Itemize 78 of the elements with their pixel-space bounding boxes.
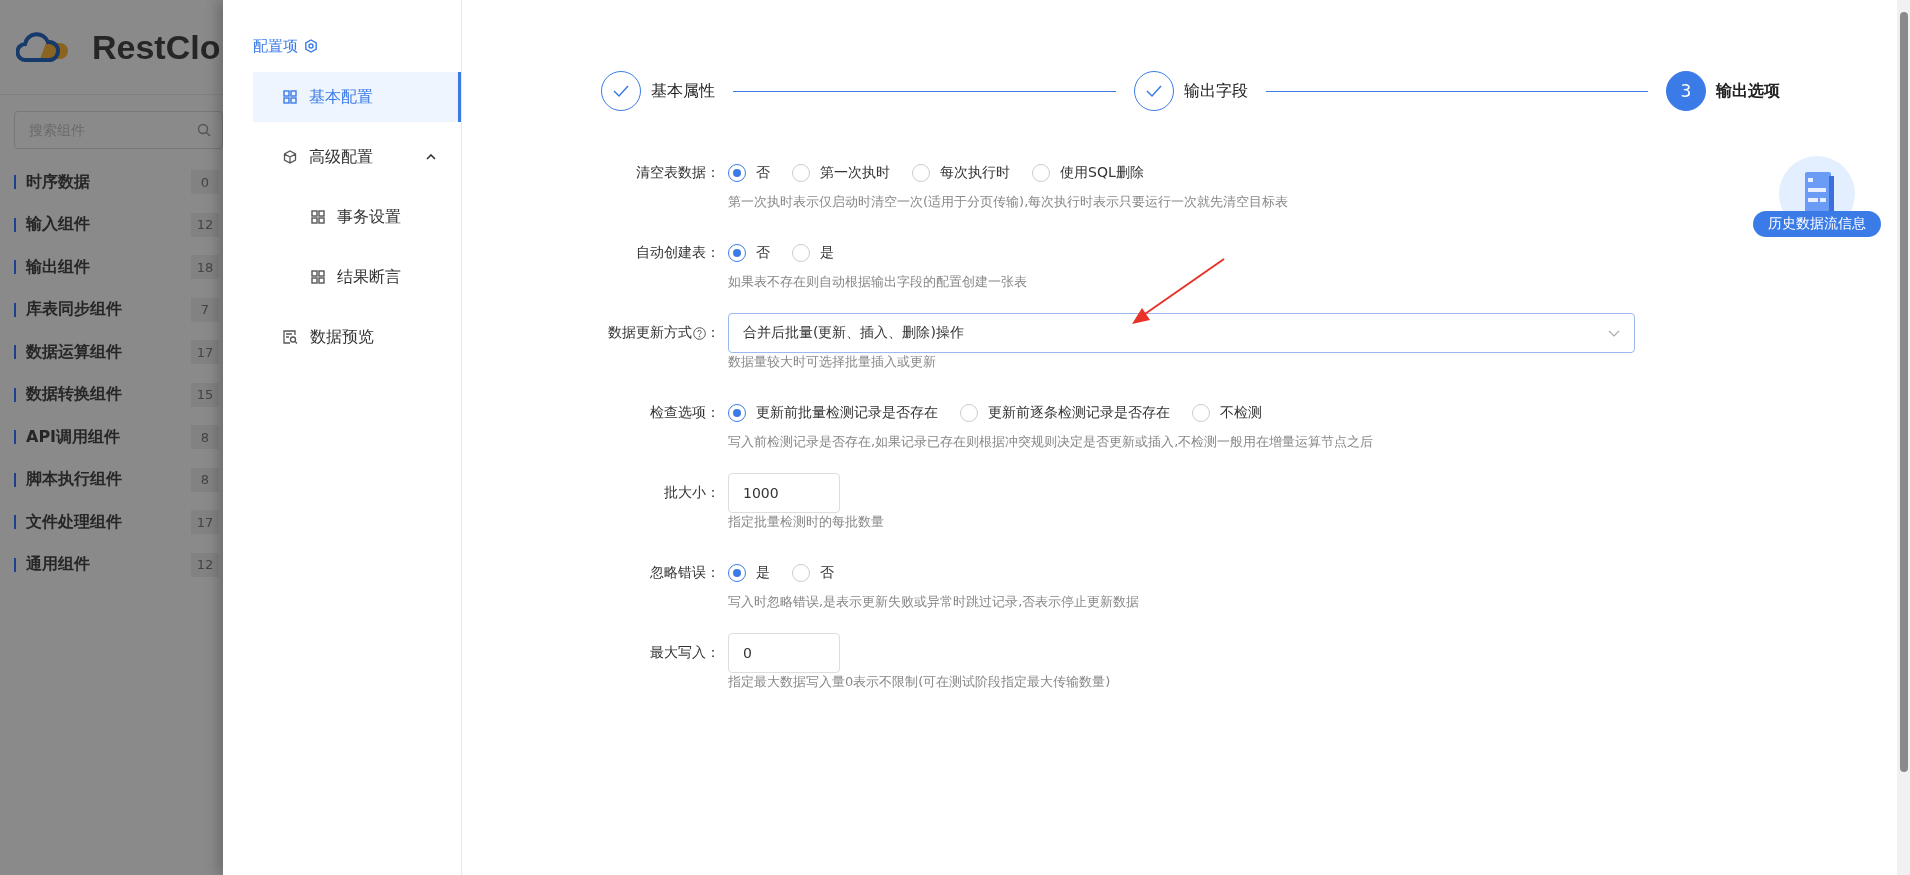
radio-label[interactable]: 每次执行时 xyxy=(940,164,1010,182)
category-label[interactable]: API调用组件 xyxy=(26,426,191,448)
label-colon: ： xyxy=(706,484,720,502)
label-colon: ： xyxy=(706,164,720,182)
number-input[interactable]: 1000 xyxy=(728,473,840,513)
radio-label[interactable]: 否 xyxy=(756,244,770,262)
radio-label[interactable]: 是 xyxy=(820,244,834,262)
radio-label[interactable]: 更新前批量检测记录是否存在 xyxy=(756,404,938,422)
chevron-up-icon xyxy=(426,154,436,160)
radio-label[interactable]: 第一次执时 xyxy=(820,164,890,182)
category-label[interactable]: 数据转换组件 xyxy=(26,384,191,406)
nav-title: 配置项 xyxy=(253,36,298,56)
category-count: 8 xyxy=(191,425,219,450)
field-label: 数据更新方式 xyxy=(608,324,692,342)
label-colon: ： xyxy=(706,404,720,422)
field-hint: 数据量较大时可选择批量插入或更新 xyxy=(728,353,937,371)
step-label: 输出字段 xyxy=(1183,80,1248,102)
grid-icon xyxy=(311,210,325,224)
category-count: 18 xyxy=(191,255,219,280)
update-mode-select[interactable]: 合并后批量(更新、插入、删除)操作 xyxy=(728,313,1635,353)
step-label: 输出选项 xyxy=(1716,80,1780,102)
settings-icon xyxy=(304,39,318,53)
field-label: 清空表数据 xyxy=(636,164,706,182)
category-count: 0 xyxy=(191,170,219,195)
radio-label[interactable]: 更新前逐条检测记录是否存在 xyxy=(988,404,1170,422)
label-colon: ： xyxy=(706,244,720,262)
field-hint: 指定批量检测时的每批数量 xyxy=(728,513,885,531)
category-label[interactable]: 输入组件 xyxy=(26,214,191,236)
category-count: 17 xyxy=(191,340,219,365)
grid-icon xyxy=(283,90,297,104)
category-count: 12 xyxy=(191,552,219,577)
field-label: 自动创建表 xyxy=(636,244,706,262)
field-hint: 写入时忽略错误,是表示更新失败或异常时跳过记录,否表示停止更新数据 xyxy=(728,593,1141,611)
category-label[interactable]: 文件处理组件 xyxy=(26,511,191,533)
radio-label[interactable]: 不检测 xyxy=(1220,404,1262,422)
nav-item[interactable]: 基本配置 xyxy=(253,72,461,122)
field-label: 批大小 xyxy=(664,484,706,502)
radio-label[interactable]: 是 xyxy=(756,564,770,582)
preview-icon xyxy=(283,330,298,344)
search-icon xyxy=(197,123,211,137)
nav-item[interactable]: 高级配置 xyxy=(253,132,461,182)
chevron-down-icon xyxy=(1608,329,1620,337)
step-label: 基本属性 xyxy=(651,80,715,102)
nav-item[interactable]: 结果断言 xyxy=(253,252,461,302)
field-hint: 写入前检测记录是否存在,如果记录已存在则根据冲突规则决定是否更新或插入,不检测一般用在增量运算节点之后 xyxy=(728,433,1375,451)
field-label: 忽略错误 xyxy=(650,564,706,582)
field-hint: 指定最大数据写入量0表示不限制(可在测试阶段指定最大传输数量) xyxy=(728,673,1112,691)
logo-text: RestClo xyxy=(92,27,221,67)
label-colon: ： xyxy=(706,324,720,342)
history-button[interactable]: 历史数据流信息 xyxy=(1753,211,1881,237)
category-label[interactable]: 输出组件 xyxy=(26,256,191,278)
label-colon: ： xyxy=(706,644,720,662)
category-label[interactable]: 库表同步组件 xyxy=(26,299,191,321)
category-count: 8 xyxy=(191,467,219,492)
field-hint: 第一次执时表示仅启动时清空一次(适用于分页传输),每次执行时表示只要运行一次就先清空目标表 xyxy=(728,193,1290,211)
grid-icon xyxy=(311,270,325,284)
nav-item[interactable]: 事务设置 xyxy=(253,192,461,242)
scrollbar[interactable] xyxy=(1897,0,1910,875)
radio-label[interactable]: 使用SQL删除 xyxy=(1060,164,1144,182)
category-label[interactable]: 通用组件 xyxy=(26,554,191,576)
category-label[interactable]: 时序数据 xyxy=(26,171,191,193)
nav-item[interactable]: 数据预览 xyxy=(253,312,461,362)
category-count: 17 xyxy=(191,510,219,535)
radio-label[interactable]: 否 xyxy=(756,164,770,182)
category-count: 7 xyxy=(191,297,219,322)
number-input[interactable]: 0 xyxy=(728,633,840,673)
cube-icon xyxy=(283,150,297,164)
step-number: 3 xyxy=(1666,71,1706,111)
field-label: 最大写入 xyxy=(650,644,706,662)
arrow-icon xyxy=(1130,258,1226,326)
category-label[interactable]: 脚本执行组件 xyxy=(26,469,191,491)
radio-label[interactable]: 否 xyxy=(820,564,834,582)
category-label[interactable]: 数据运算组件 xyxy=(26,341,191,363)
label-colon: ： xyxy=(706,564,720,582)
field-hint: 如果表不存在则自动根据输出字段的配置创建一张表 xyxy=(728,273,1028,291)
field-label: 检查选项 xyxy=(650,404,706,422)
category-count: 15 xyxy=(191,382,219,407)
category-count: 12 xyxy=(191,212,219,237)
